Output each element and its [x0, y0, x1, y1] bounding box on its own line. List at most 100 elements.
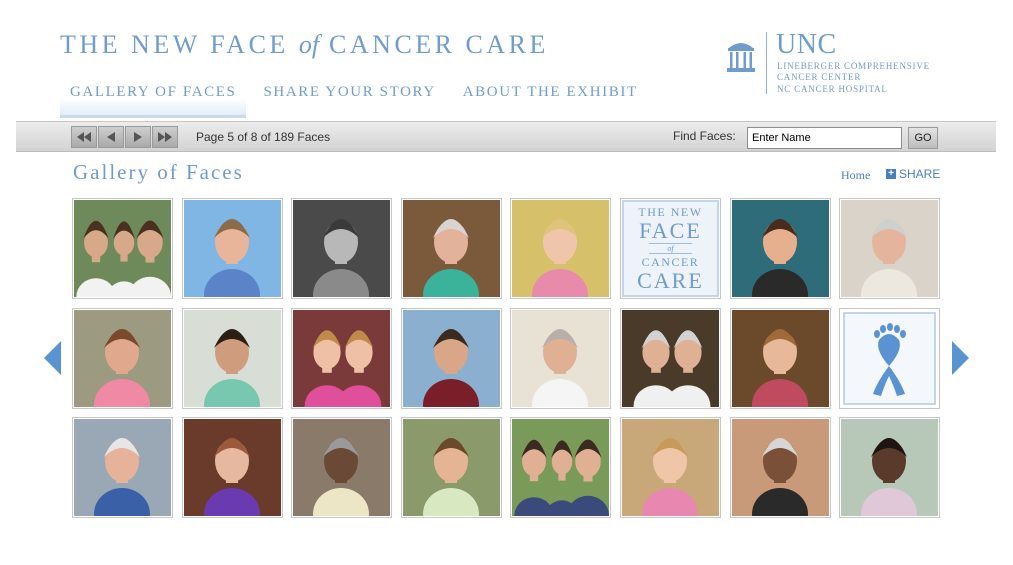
- prev-page-button[interactable]: [98, 126, 124, 148]
- fast-forward-icon: [158, 132, 172, 142]
- find-faces-input[interactable]: [747, 127, 902, 149]
- face-tile[interactable]: [181, 307, 283, 409]
- next-gallery-arrow[interactable]: [949, 341, 969, 375]
- page-info: Page 5 of 8 of 189 Faces: [196, 130, 331, 144]
- site-title: THE NEW FACE of CANCER CARE: [60, 30, 549, 59]
- face-photo: [731, 200, 829, 297]
- portrait-photo: [621, 309, 719, 407]
- face-tile[interactable]: [72, 307, 173, 409]
- portrait-photo: [512, 309, 610, 407]
- face-tile[interactable]: [619, 417, 721, 518]
- portrait-photo: [293, 200, 391, 297]
- tab-gallery-of-faces[interactable]: GALLERY OF FACES: [60, 72, 247, 118]
- portrait-photo: [183, 200, 281, 297]
- face-tile[interactable]: [72, 417, 173, 518]
- portrait-photo: [731, 309, 829, 407]
- portrait-photo: [512, 419, 610, 516]
- face-tile[interactable]: [510, 417, 612, 518]
- unc-logo[interactable]: UNC LINEBERGER COMPREHENSIVE CANCER CENT…: [722, 30, 962, 96]
- find-faces-label: Find Faces:: [673, 129, 736, 143]
- awareness-ribbon-icon: [841, 309, 939, 407]
- plus-icon: +: [886, 169, 896, 179]
- face-tile[interactable]: [619, 307, 721, 409]
- faces-gallery: THE NEW FACE of CANCER CARE: [72, 198, 941, 518]
- face-tile[interactable]: [400, 198, 502, 299]
- home-link[interactable]: Home: [841, 168, 870, 183]
- face-tile[interactable]: [72, 198, 173, 299]
- portrait-photo: [74, 419, 171, 516]
- face-photo: [621, 419, 719, 516]
- play-back-icon: [107, 132, 115, 142]
- face-photo: [512, 200, 610, 297]
- face-tile[interactable]: [181, 198, 283, 299]
- logo-line-lineberger: LINEBERGER COMPREHENSIVE: [777, 61, 930, 71]
- face-photo: [74, 419, 171, 516]
- tab-share-your-story[interactable]: SHARE YOUR STORY: [253, 72, 445, 118]
- face-tile[interactable]: [510, 198, 612, 299]
- tile-logo-line2: FACE: [639, 218, 702, 243]
- rewind-icon: [77, 132, 91, 142]
- ribbon-logo-tile: [841, 309, 939, 407]
- logo-unc-text: UNC: [776, 29, 837, 60]
- face-tile[interactable]: [510, 307, 612, 409]
- portrait-photo: [731, 419, 829, 516]
- portrait-photo: [183, 419, 281, 516]
- face-tile[interactable]: [181, 417, 283, 518]
- portrait-photo: [731, 200, 829, 297]
- tile-logo-line5: CARE: [637, 268, 704, 293]
- logo-divider: [766, 32, 767, 94]
- logo-line-hospital: NC CANCER HOSPITAL: [777, 84, 888, 94]
- face-photo: [293, 309, 391, 407]
- share-button[interactable]: + SHARE: [886, 167, 940, 181]
- face-photo: [731, 309, 829, 407]
- face-photo: [183, 419, 281, 516]
- face-tile[interactable]: [400, 417, 502, 518]
- face-photo: [402, 200, 500, 297]
- face-photo: [183, 309, 281, 407]
- face-photo: [293, 419, 391, 516]
- face-tile[interactable]: [839, 417, 941, 518]
- portrait-photo: [183, 309, 281, 407]
- exhibit-logo-tile: THE NEW FACE of CANCER CARE: [621, 200, 719, 297]
- face-photo: [293, 200, 391, 297]
- next-page-button[interactable]: [125, 126, 151, 148]
- face-photo: [731, 419, 829, 516]
- face-tile[interactable]: [729, 417, 831, 518]
- face-photo: [402, 419, 500, 516]
- face-tile[interactable]: [291, 417, 393, 518]
- face-photo: [841, 419, 939, 516]
- face-photo: [402, 309, 500, 407]
- portrait-photo: [74, 200, 171, 297]
- last-page-button[interactable]: [152, 126, 178, 148]
- page-heading: Gallery of Faces: [73, 160, 244, 184]
- portrait-photo: [402, 200, 500, 297]
- face-tile[interactable]: [729, 307, 831, 409]
- first-page-button[interactable]: [71, 126, 97, 148]
- face-photo: [512, 309, 610, 407]
- logo-line-cancer-center: CANCER CENTER: [777, 72, 862, 82]
- face-tile[interactable]: THE NEW FACE of CANCER CARE: [619, 198, 721, 299]
- tab-about-the-exhibit[interactable]: ABOUT THE EXHIBIT: [453, 72, 648, 118]
- face-tile[interactable]: [400, 307, 502, 409]
- prev-gallery-arrow[interactable]: [44, 341, 64, 375]
- face-photo: [74, 309, 171, 407]
- face-photo: [621, 309, 719, 407]
- main-nav: GALLERY OF FACES SHARE YOUR STORY ABOUT …: [60, 72, 655, 118]
- portrait-photo: [74, 309, 171, 407]
- face-tile[interactable]: [839, 307, 941, 409]
- go-button[interactable]: GO: [908, 127, 938, 149]
- face-tile[interactable]: [291, 307, 393, 409]
- face-photo: [841, 200, 939, 297]
- tile-logo-line3: of: [649, 243, 692, 254]
- face-photo: [512, 419, 610, 516]
- face-tile[interactable]: [729, 198, 831, 299]
- arrow-left-icon: [44, 341, 61, 375]
- portrait-photo: [402, 419, 500, 516]
- face-tile[interactable]: [291, 198, 393, 299]
- arrow-right-icon: [952, 341, 969, 375]
- play-icon: [134, 132, 142, 142]
- share-label: SHARE: [899, 167, 941, 181]
- face-tile[interactable]: [839, 198, 941, 299]
- face-photo: [183, 200, 281, 297]
- portrait-photo: [841, 419, 939, 516]
